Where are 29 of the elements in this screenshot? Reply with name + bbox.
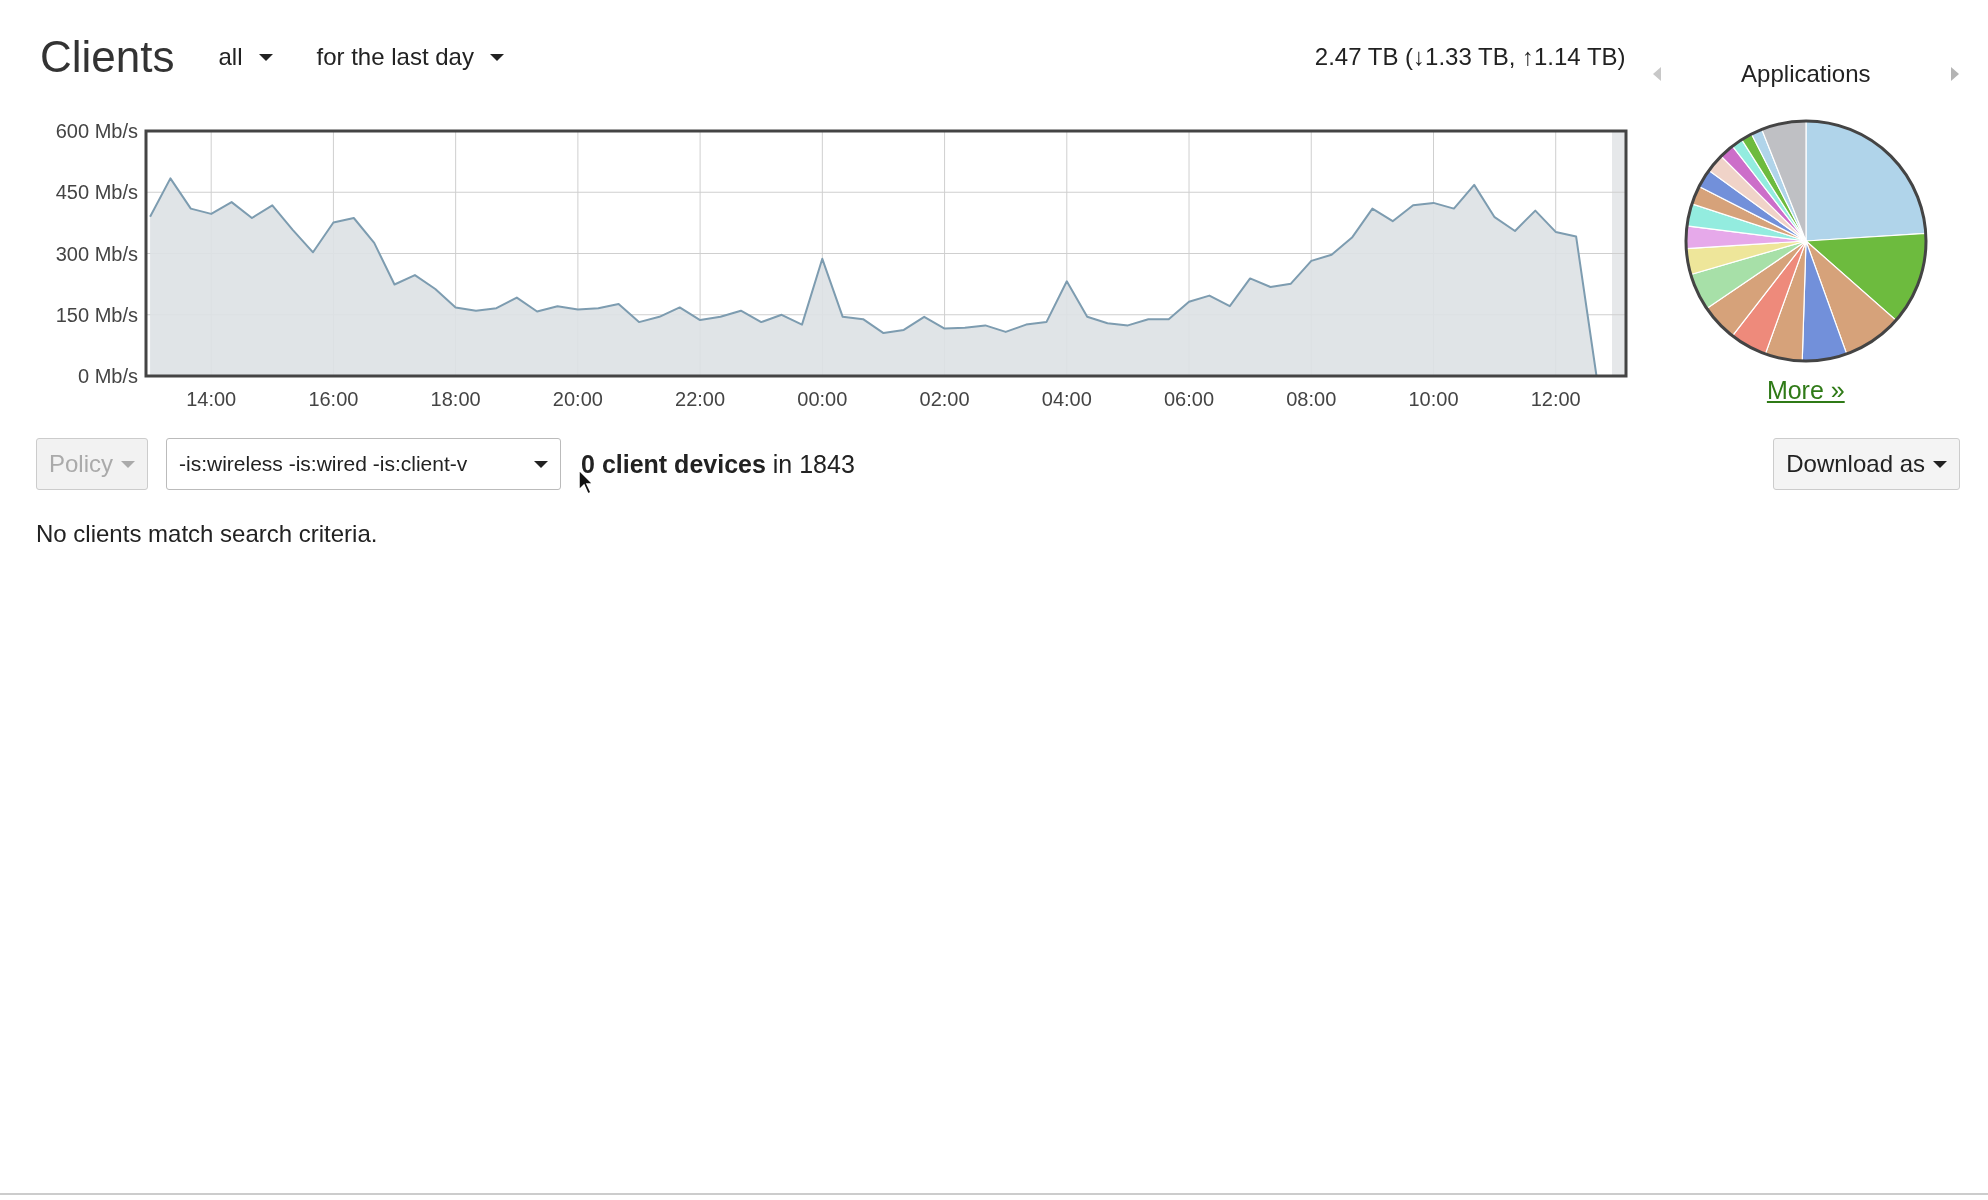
download-dropdown[interactable]: Download as xyxy=(1773,438,1960,490)
y-axis-label: 0 Mb/s xyxy=(77,365,138,387)
period-dropdown[interactable]: for the last day xyxy=(316,43,504,71)
empty-message: No clients match search criteria. xyxy=(36,520,379,548)
x-axis-label: 04:00 xyxy=(1041,388,1092,410)
applications-title: Applications xyxy=(1741,60,1871,88)
y-axis-label: 450 Mb/s xyxy=(55,181,138,204)
x-axis-label: 14:00 xyxy=(186,388,237,410)
x-axis-label: 08:00 xyxy=(1286,388,1337,410)
filter-dropdown[interactable]: all xyxy=(218,43,273,71)
x-axis-label: 22:00 xyxy=(675,388,726,410)
more-link[interactable]: More » xyxy=(1766,376,1845,405)
x-axis-label: 02:00 xyxy=(919,388,970,410)
x-axis-label: 12:00 xyxy=(1530,388,1581,410)
next-icon[interactable] xyxy=(1950,66,1960,82)
x-axis-label: 10:00 xyxy=(1408,388,1459,410)
x-axis-label: 16:00 xyxy=(308,388,359,410)
traffic-total: 2.47 TB (↓1.33 TB, ↑1.14 TB) xyxy=(1314,43,1626,71)
x-axis-label: 00:00 xyxy=(797,388,848,410)
page-title: Clients xyxy=(40,32,175,82)
x-axis-label: 20:00 xyxy=(552,388,603,410)
x-axis-label: 06:00 xyxy=(1164,388,1215,410)
y-axis-label: 300 Mb/s xyxy=(55,242,138,265)
x-axis-label: 18:00 xyxy=(430,388,481,410)
y-axis-label: 600 Mb/s xyxy=(55,120,138,142)
previous-icon[interactable] xyxy=(1651,66,1662,82)
client-count: 0 client devices in 1843 xyxy=(581,449,855,479)
search-field[interactable]: -is:wireless -is:wired -is:client-v xyxy=(166,438,562,490)
y-axis-label: 150 Mb/s xyxy=(55,303,138,326)
